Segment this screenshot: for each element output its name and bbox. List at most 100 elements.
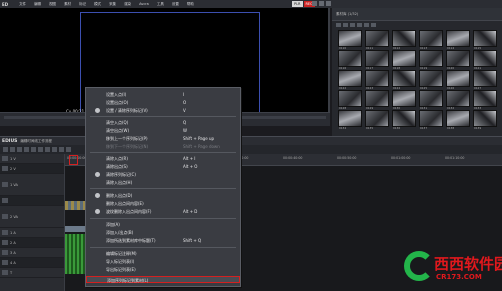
menu-item-next-marker[interactable]: 移到下一个序列标记(N) Shift + Page down [86, 143, 240, 150]
menu-item[interactable]: 视图 [47, 2, 58, 7]
track-header[interactable]: 3 A [0, 248, 64, 258]
menu-item-clear-in-out[interactable]: 清除入出点(H) [86, 179, 240, 186]
menu-item[interactable]: 工具 [155, 2, 166, 7]
clip-thumbnail[interactable]: 0139 [473, 110, 497, 130]
lock-icon[interactable] [2, 166, 8, 171]
clip-thumbnail[interactable]: 0119 [419, 50, 443, 70]
plr-button[interactable]: PLR [292, 1, 303, 7]
clip-thumbnail[interactable]: 0135 [365, 110, 389, 130]
menu-item-clear-markers[interactable]: 清除序列标记(C) [86, 171, 240, 178]
clip-thumbnail[interactable]: 0136 [392, 110, 416, 130]
clip-thumbnail[interactable]: 0129 [365, 90, 389, 110]
menu-item-clear-in-alt[interactable]: 清除入点(R) Alt + I [86, 155, 240, 162]
clip-thumbnail[interactable]: 0116 [338, 50, 362, 70]
clip-thumbnail[interactable]: 0137 [419, 110, 443, 130]
track-header[interactable]: 2 VA [0, 206, 64, 228]
clip-thumbnail[interactable]: 0123 [365, 70, 389, 90]
clip-thumbnail[interactable]: 0124 [392, 70, 416, 90]
clip-thumbnail[interactable]: 0114 [446, 30, 470, 50]
clip-thumbnail[interactable]: 0118 [392, 50, 416, 70]
menu-item-clear-in[interactable]: 清空入点(Q) Q [86, 119, 240, 126]
clip-thumbnail[interactable]: 0111 [365, 30, 389, 50]
clip-thumbnail[interactable]: 0138 [446, 110, 470, 130]
menu-item-edit-marker-comment[interactable]: 编辑标记注释(M) [86, 250, 240, 257]
clip-thumbnail[interactable]: 0127 [473, 70, 497, 90]
lock-icon[interactable] [2, 156, 8, 161]
snap-icon[interactable] [66, 147, 71, 152]
clip-thumbnail[interactable]: 0122 [338, 70, 362, 90]
track-header[interactable]: 1 V [0, 154, 64, 164]
up-folder-icon[interactable] [350, 22, 355, 27]
menu-item[interactable]: Avcra [137, 2, 151, 6]
add-clip-icon[interactable] [357, 22, 362, 27]
menu-item[interactable]: 帮助 [185, 2, 196, 7]
maximize-icon[interactable] [319, 1, 324, 6]
delete-icon[interactable] [52, 147, 57, 152]
menu-item-export-markers[interactable]: 导出标记列表(E) [86, 266, 240, 273]
menu-item-add-in-out[interactable]: 添加入/出点(B) [86, 229, 240, 236]
clip-thumbnail[interactable]: 0117 [365, 50, 389, 70]
speaker-icon[interactable] [2, 260, 8, 265]
open-icon[interactable] [3, 147, 8, 152]
copy-icon[interactable] [38, 147, 43, 152]
menu-item[interactable]: 编辑 [32, 2, 43, 7]
track-header[interactable]: 4 A [0, 258, 64, 268]
clip-thumbnail[interactable]: 0112 [392, 30, 416, 50]
menu-item-add-to-bin[interactable]: 添加所选到素材库中标题(T) Shift + Q [86, 237, 240, 244]
ripple-icon[interactable] [59, 147, 64, 152]
clip-thumbnail[interactable]: 0133 [473, 90, 497, 110]
menu-item-import-markers[interactable]: 导入标记列表(I) [86, 258, 240, 265]
cut-icon[interactable] [31, 147, 36, 152]
menu-item-prev-marker[interactable]: 移到上一个序列标记(P) Shift + Page up [86, 135, 240, 142]
delete-icon[interactable] [364, 22, 369, 27]
clip-thumbnail[interactable]: 0115 [473, 30, 497, 50]
clip-thumbnail[interactable]: 0131 [419, 90, 443, 110]
track-header[interactable]: 1 A [0, 228, 64, 238]
menu-item[interactable]: 渲染 [122, 2, 133, 7]
clip-thumbnail[interactable]: 0120 [446, 50, 470, 70]
clip-thumbnail[interactable]: 0130 [392, 90, 416, 110]
minimize-icon[interactable] [312, 1, 317, 6]
menu-item[interactable]: 文件 [17, 2, 28, 7]
folder-icon[interactable] [336, 22, 341, 27]
undo-icon[interactable] [17, 147, 22, 152]
menu-item[interactable]: 素材 [62, 2, 73, 7]
menu-item-clear-out[interactable]: 清空出点(W) W [86, 127, 240, 134]
track-header[interactable]: 2 V [0, 164, 64, 174]
menu-item-delete-range[interactable]: 删除入出点间内容(E) [86, 200, 240, 207]
track-header[interactable]: 2 A [0, 238, 64, 248]
track-header[interactable]: 1 VA [0, 174, 64, 196]
clip-thumbnail[interactable]: 0121 [473, 50, 497, 70]
clip-thumbnail[interactable]: 0126 [446, 70, 470, 90]
clip-thumbnail[interactable]: 0113 [419, 30, 443, 50]
speaker-icon[interactable] [2, 250, 8, 255]
lock-icon[interactable] [2, 198, 8, 203]
menu-item-add[interactable]: 添加(A) [86, 221, 240, 228]
clip-thumbnail[interactable]: 0132 [446, 90, 470, 110]
menu-item-set-out[interactable]: 设置出点(O) O [86, 99, 240, 106]
menu-item-delete-in-out[interactable]: 删除入出点(D) [86, 192, 240, 199]
paste-icon[interactable] [45, 147, 50, 152]
search-icon[interactable] [343, 22, 348, 27]
close-icon[interactable] [326, 1, 331, 6]
menu-item[interactable]: 采集 [107, 2, 118, 7]
title-icon[interactable] [2, 270, 8, 275]
clip-thumbnail[interactable]: 0134 [338, 110, 362, 130]
clip-thumbnail[interactable]: 0125 [419, 70, 443, 90]
redo-icon[interactable] [24, 147, 29, 152]
menu-item-add-marker-to-clip[interactable]: 添加序列标记到素材(L) [86, 276, 240, 283]
menu-item[interactable]: 模式 [92, 2, 103, 7]
track-header[interactable] [0, 196, 64, 206]
menu-item-ripple-delete[interactable]: 波纹删除入出点间内容(F) Alt + D [86, 208, 240, 215]
menu-item[interactable]: 标记 [77, 2, 88, 7]
menu-item-clear-out-alt[interactable]: 清除出点(S) Alt + O [86, 163, 240, 170]
lock-icon[interactable] [2, 182, 8, 187]
menu-item[interactable]: 设置 [170, 2, 181, 7]
save-icon[interactable] [10, 147, 15, 152]
menu-item-set-marker[interactable]: 设置 / 清除序列标记(V) V [86, 107, 240, 114]
speaker-icon[interactable] [2, 230, 8, 235]
clip-thumbnail[interactable]: 0128 [338, 90, 362, 110]
clip-thumbnail[interactable]: 0110 [338, 30, 362, 50]
track-header[interactable]: T [0, 268, 64, 278]
menu-item-set-in[interactable]: 设置入点(I) I [86, 91, 240, 98]
